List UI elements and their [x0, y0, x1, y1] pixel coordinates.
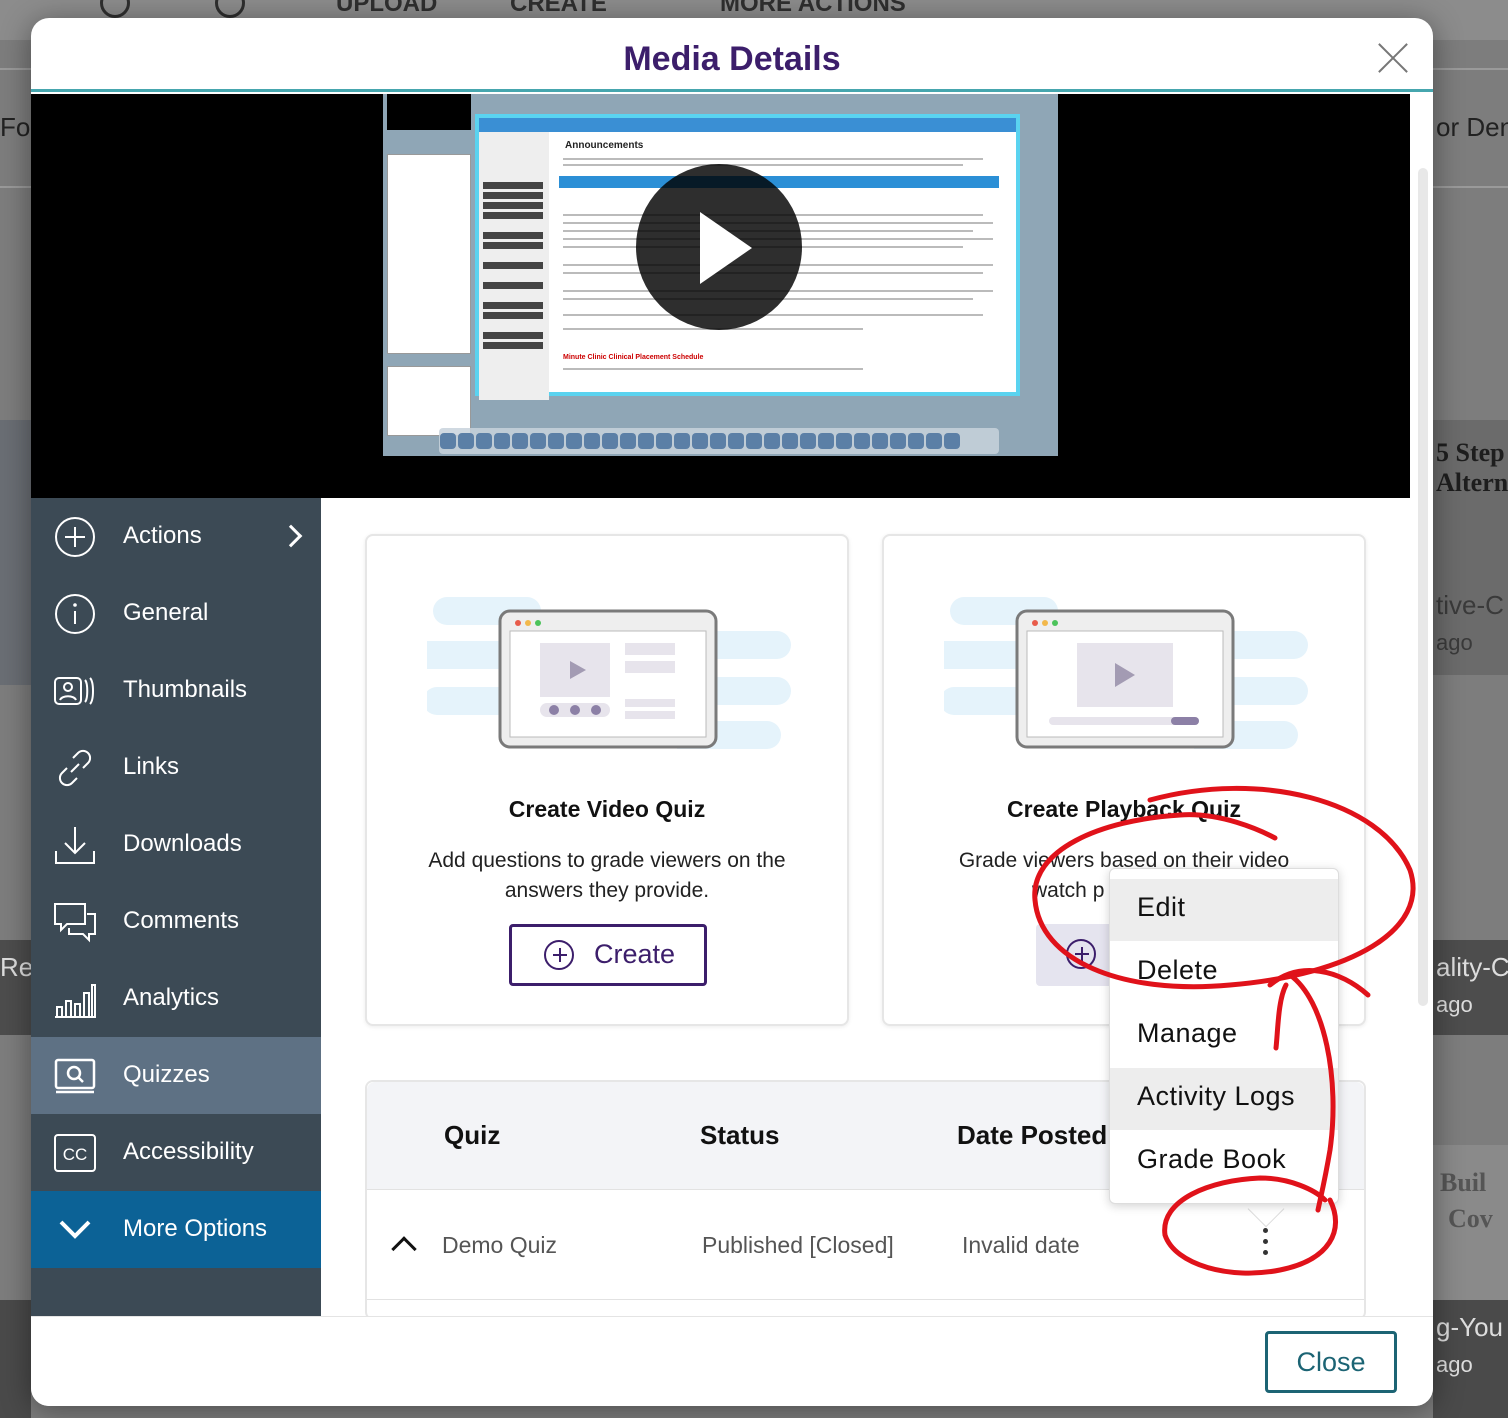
column-header-status[interactable]: Status: [700, 1120, 779, 1151]
video-player[interactable]: Announcements Minute Clinic Clinical Pla…: [31, 94, 1410, 498]
sidebar-item-label: Quizzes: [123, 1061, 210, 1088]
video-quiz-card: Create Video Quiz Add questions to grade…: [365, 534, 849, 1026]
sidebar-item-label: Comments: [123, 907, 240, 934]
link-icon: [58, 749, 92, 787]
sidebar-item-label: Accessibility: [123, 1138, 254, 1165]
plus-circle-icon: [55, 517, 95, 557]
background-thumbnail: [0, 420, 31, 685]
cc-icon: CC: [54, 1134, 96, 1172]
background-text: ago: [1436, 1352, 1473, 1377]
background-text: Cov: [1448, 1204, 1493, 1233]
sidebar-item-label: More Options: [123, 1215, 268, 1242]
video-quiz-title: Create Video Quiz: [508, 796, 706, 822]
background-text: Altern: [1436, 468, 1508, 497]
sidebar-item-thumbnails[interactable]: Thumbnails: [31, 652, 321, 729]
menu-item-label: Grade Book: [1137, 1144, 1287, 1174]
playback-quiz-illustration: [944, 597, 1308, 749]
menu-item-activity-logs[interactable]: Activity Logs: [1110, 1068, 1338, 1130]
play-button[interactable]: [636, 164, 802, 330]
background-text: tive-C: [1436, 590, 1504, 620]
close-button[interactable]: Close: [1265, 1331, 1397, 1393]
analytics-icon: [55, 984, 96, 1018]
create-video-quiz-button[interactable]: Create: [509, 924, 707, 986]
menu-item-label: Delete: [1137, 955, 1219, 985]
column-header-date-posted[interactable]: Date Posted: [957, 1120, 1107, 1151]
background-text: ago: [1436, 992, 1473, 1017]
sidebar-item-label: Actions: [123, 522, 202, 549]
sidebar-item-more-options[interactable]: More Options: [31, 1191, 321, 1268]
menu-item-delete[interactable]: Delete: [1110, 942, 1338, 1004]
background-thumbnail: [0, 1300, 31, 1418]
chevron-up-icon[interactable]: [391, 1236, 417, 1262]
svg-text:CC: CC: [63, 1145, 88, 1164]
sidebar-item-quizzes[interactable]: Quizzes: [31, 1037, 321, 1114]
sidebar-item-accessibility[interactable]: CC Accessibility: [31, 1114, 321, 1191]
background-text: g-You: [1436, 1312, 1503, 1342]
modal-footer: Close: [31, 1316, 1433, 1406]
sidebar-item-label: Downloads: [123, 830, 242, 857]
menu-item-manage[interactable]: Manage: [1110, 1005, 1338, 1067]
more-actions-button[interactable]: MORE ACTIONS: [720, 0, 906, 18]
background-text: Re: [0, 952, 34, 982]
column-header-quiz[interactable]: Quiz: [444, 1120, 500, 1151]
sidebar-item-label: General: [123, 599, 209, 626]
create-button[interactable]: CREATE: [510, 0, 607, 18]
info-icon: [55, 594, 95, 634]
menu-item-label: Edit: [1137, 892, 1186, 922]
background-text: ago: [1436, 630, 1473, 655]
modal-header: Media Details: [31, 18, 1433, 92]
playback-quiz-title: Create Playback Quiz: [1007, 796, 1241, 822]
download-icon: [55, 827, 95, 864]
quiz-actions-menu: Edit Delete Manage Activity Logs Grade B…: [1109, 868, 1339, 1204]
background-text: ality-C: [1436, 952, 1508, 982]
close-icon[interactable]: [1375, 40, 1411, 76]
table-row: Demo Quiz Published [Closed] Invalid dat…: [367, 1192, 1364, 1300]
chevron-down-icon: [59, 1220, 91, 1239]
sidebar-item-downloads[interactable]: Downloads: [31, 806, 321, 883]
comments-icon: [54, 903, 96, 943]
info-icon[interactable]: [215, 0, 245, 18]
search-icon[interactable]: [100, 0, 130, 18]
media-details-modal: Media Details Announcements Minute Clini…: [31, 18, 1433, 1406]
plus-circle-icon: [1066, 939, 1096, 969]
chevron-right-icon: [279, 524, 303, 548]
menu-item-label: Manage: [1137, 1018, 1238, 1048]
quiz-name: Demo Quiz: [442, 1232, 558, 1258]
quiz-date: Invalid date: [962, 1232, 1080, 1258]
sidebar-item-label: Links: [123, 753, 180, 780]
quiz-icon: [54, 1058, 96, 1094]
quiz-status: Published [Closed]: [702, 1232, 894, 1258]
video-preview-footer-title: Minute Clinic Clinical Placement Schedul…: [563, 354, 704, 361]
sidebar-item-comments[interactable]: Comments: [31, 883, 321, 960]
more-vertical-icon[interactable]: [1255, 1222, 1275, 1272]
sidebar-item-label: Thumbnails: [123, 676, 248, 703]
create-button-label: Create: [594, 939, 676, 969]
sidebar-item-actions[interactable]: Actions: [31, 498, 321, 575]
menu-item-edit[interactable]: Edit: [1110, 879, 1338, 941]
background-text: 5 Step: [1436, 438, 1505, 467]
sidebar-item-links[interactable]: Links: [31, 729, 321, 806]
scrollbar[interactable]: [1418, 168, 1428, 1006]
modal-title: Media Details: [623, 40, 841, 78]
sidebar-item-label: Analytics: [123, 984, 220, 1011]
plus-circle-icon: [544, 940, 574, 970]
thumbnails-icon: [54, 677, 94, 705]
video-preview-heading: Announcements: [565, 140, 644, 151]
video-quiz-description: Add questions to grade viewers on the an…: [428, 849, 786, 902]
sidebar-item-analytics[interactable]: Analytics: [31, 960, 321, 1037]
background-text: Buil: [1440, 1168, 1487, 1197]
video-quiz-illustration: [427, 597, 791, 749]
background-text: or Den: [1436, 112, 1508, 142]
sidebar: Actions General Thumbnails Links Downloa…: [31, 498, 321, 1318]
menu-item-label: Activity Logs: [1137, 1081, 1296, 1111]
upload-button[interactable]: UPLOAD: [336, 0, 437, 18]
sidebar-item-general[interactable]: General: [31, 575, 321, 652]
menu-item-grade-book[interactable]: Grade Book: [1110, 1131, 1338, 1193]
